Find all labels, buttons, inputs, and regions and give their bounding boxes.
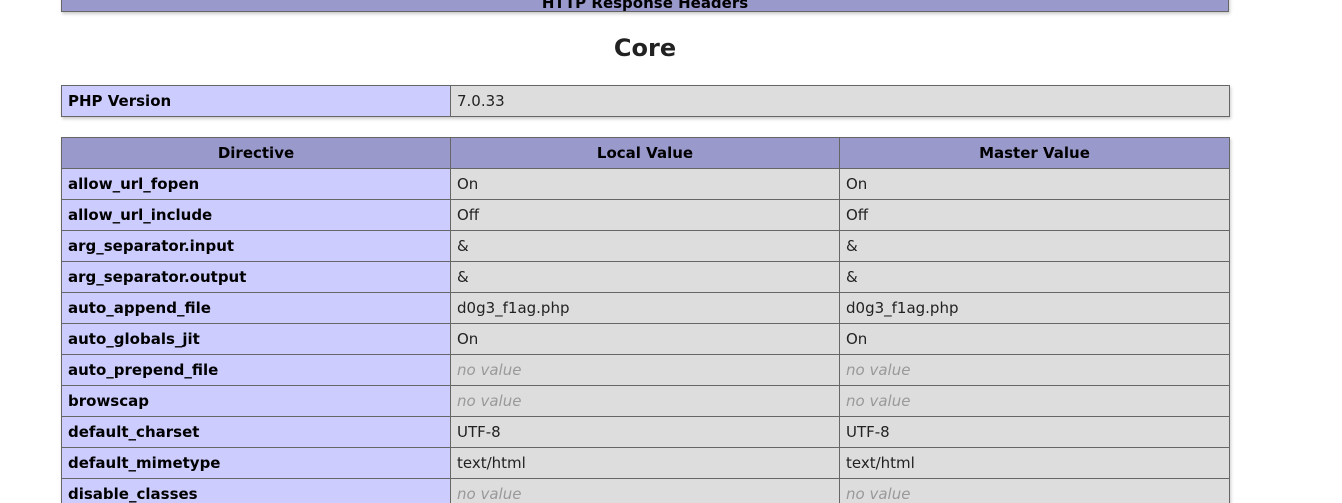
no-value-text: no value xyxy=(457,392,522,410)
column-header-directive: Directive xyxy=(61,137,451,169)
directive-name: default_charset xyxy=(61,416,451,448)
version-row: PHP Version 7.0.33 xyxy=(61,85,1230,117)
phpinfo-page: HTTP Response Headers Core PHP Version 7… xyxy=(0,0,1342,503)
version-table: PHP Version 7.0.33 xyxy=(61,85,1230,117)
table-row: auto_globals_jit On On xyxy=(61,323,1230,355)
local-value: UTF-8 xyxy=(450,416,840,448)
master-value: & xyxy=(839,230,1230,262)
directive-name: allow_url_fopen xyxy=(61,168,451,200)
directive-name: auto_prepend_file xyxy=(61,354,451,386)
master-value: Off xyxy=(839,199,1230,231)
no-value-text: no value xyxy=(846,485,911,503)
directives-header-row: Directive Local Value Master Value xyxy=(61,137,1230,169)
table-row: default_charset UTF-8 UTF-8 xyxy=(61,416,1230,448)
master-value: On xyxy=(839,168,1230,200)
section-title: Core xyxy=(613,34,677,62)
local-value: no value xyxy=(450,354,840,386)
directive-name: auto_append_file xyxy=(61,292,451,324)
master-value: UTF-8 xyxy=(839,416,1230,448)
local-value: & xyxy=(450,230,840,262)
directive-name: disable_classes xyxy=(61,478,451,503)
no-value-text: no value xyxy=(846,361,911,379)
local-value: d0g3_f1ag.php xyxy=(450,292,840,324)
master-value: no value xyxy=(839,478,1230,503)
table-row: allow_url_include Off Off xyxy=(61,199,1230,231)
table-row: auto_prepend_file no value no value xyxy=(61,354,1230,386)
table-row: disable_classes no value no value xyxy=(61,478,1230,503)
master-value: text/html xyxy=(839,447,1230,479)
column-header-local-value: Local Value xyxy=(450,137,840,169)
prev-section-header: HTTP Response Headers xyxy=(61,0,1229,12)
master-value: no value xyxy=(839,385,1230,417)
master-value: no value xyxy=(839,354,1230,386)
version-label: PHP Version xyxy=(61,85,451,117)
table-row: arg_separator.output & & xyxy=(61,261,1230,293)
directive-name: arg_separator.output xyxy=(61,261,451,293)
table-row: default_mimetype text/html text/html xyxy=(61,447,1230,479)
directive-name: allow_url_include xyxy=(61,199,451,231)
directives-table: Directive Local Value Master Value allow… xyxy=(61,137,1230,503)
directive-name: arg_separator.input xyxy=(61,230,451,262)
local-value: no value xyxy=(450,478,840,503)
master-value: d0g3_f1ag.php xyxy=(839,292,1230,324)
master-value: On xyxy=(839,323,1230,355)
local-value: text/html xyxy=(450,447,840,479)
master-value: & xyxy=(839,261,1230,293)
table-row: auto_append_file d0g3_f1ag.php d0g3_f1ag.p… xyxy=(61,292,1230,324)
no-value-text: no value xyxy=(457,361,522,379)
local-value: & xyxy=(450,261,840,293)
directive-name: default_mimetype xyxy=(61,447,451,479)
local-value: On xyxy=(450,323,840,355)
table-row: browscap no value no value xyxy=(61,385,1230,417)
local-value: On xyxy=(450,168,840,200)
directive-name: auto_globals_jit xyxy=(61,323,451,355)
local-value: no value xyxy=(450,385,840,417)
directive-rows: allow_url_fopen On On allow_url_include Off O… xyxy=(61,168,1230,503)
version-value: 7.0.33 xyxy=(450,85,1230,117)
no-value-text: no value xyxy=(846,392,911,410)
no-value-text: no value xyxy=(457,485,522,503)
column-header-master-value: Master Value xyxy=(839,137,1230,169)
local-value: Off xyxy=(450,199,840,231)
table-row: allow_url_fopen On On xyxy=(61,168,1230,200)
table-row: arg_separator.input & & xyxy=(61,230,1230,262)
prev-section-header-label: HTTP Response Headers xyxy=(541,0,749,12)
directive-name: browscap xyxy=(61,385,451,417)
